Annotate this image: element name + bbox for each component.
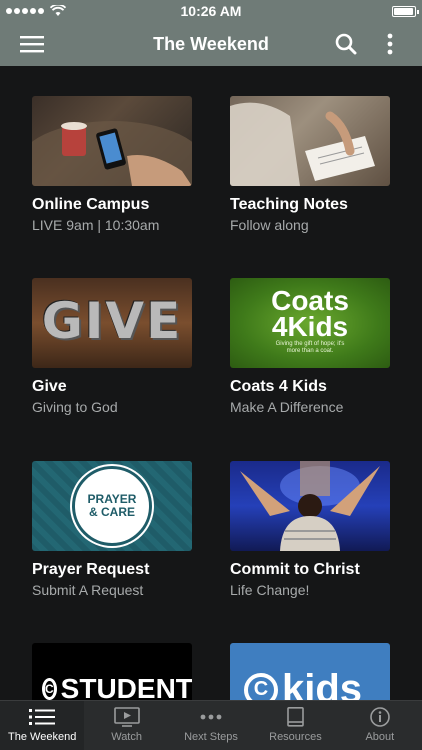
content-grid: Online Campus LIVE 9am | 10:30am Teachin…: [0, 66, 422, 700]
card-title: Teaching Notes: [230, 196, 348, 213]
coats-thumb-title: Coats 4Kids: [271, 285, 349, 342]
tab-label: Next Steps: [184, 731, 238, 743]
card-subtitle: Follow along: [230, 217, 309, 233]
church-c-icon: C: [42, 678, 57, 700]
card-subtitle: LIVE 9am | 10:30am: [32, 217, 160, 233]
tab-resources[interactable]: Resources: [253, 701, 337, 750]
tab-bar: The Weekend Watch Next Steps Resources A…: [0, 700, 422, 750]
church-c-icon: C: [244, 672, 278, 700]
ellipsis-icon: [200, 714, 222, 720]
search-button[interactable]: [330, 22, 362, 66]
tab-watch[interactable]: Watch: [84, 701, 168, 750]
hamburger-icon: [20, 36, 44, 53]
card-commit-to-christ[interactable]: Commit to Christ Life Change!: [230, 461, 392, 598]
kids-thumb-logo: C kids: [244, 667, 390, 700]
play-screen-icon: [113, 707, 140, 727]
info-icon: [370, 707, 390, 727]
card-students[interactable]: C STUDENTS: [32, 643, 194, 700]
card-thumbnail: [230, 461, 390, 551]
card-title: Prayer Request: [32, 561, 150, 578]
card-title: Give: [32, 378, 67, 395]
coats-thumb-tagline: Giving the gift of hope; it's more than …: [275, 341, 345, 354]
kids-thumb-text: kids: [282, 667, 363, 700]
vertical-ellipsis-icon: [387, 33, 393, 55]
card-online-campus[interactable]: Online Campus LIVE 9am | 10:30am: [32, 96, 194, 233]
tab-label: Watch: [111, 731, 142, 743]
card-thumbnail: C STUDENTS: [32, 643, 192, 700]
card-thumbnail: C kids: [230, 643, 390, 700]
give-thumb-text: GIVE: [41, 292, 183, 350]
more-options-button[interactable]: [378, 22, 402, 66]
tab-next-steps[interactable]: Next Steps: [169, 701, 253, 750]
search-icon: [335, 33, 357, 55]
signal-strength-icon: [6, 8, 44, 14]
card-teaching-notes[interactable]: Teaching Notes Follow along: [230, 96, 392, 233]
card-thumbnail: [32, 96, 192, 186]
phone-coffee-image: [32, 121, 192, 186]
prayer-care-logo: PRAYER & CARE: [75, 469, 149, 543]
prayer-logo-line2: & CARE: [88, 505, 135, 519]
card-title: Coats 4 Kids: [230, 378, 327, 395]
tab-label: The Weekend: [8, 731, 77, 743]
card-subtitle: Make A Difference: [230, 399, 344, 415]
status-left: [6, 5, 66, 17]
notes-writing-image: [230, 96, 390, 186]
worship-image: [240, 461, 380, 551]
card-title: Online Campus: [32, 196, 150, 213]
students-thumb-logo: C STUDENTS: [42, 673, 192, 700]
status-bar: 10:26 AM: [0, 0, 422, 22]
book-icon: [287, 707, 305, 727]
card-thumbnail: [230, 96, 390, 186]
card-thumbnail: PRAYER & CARE: [32, 461, 192, 551]
card-prayer-request[interactable]: PRAYER & CARE Prayer Request Submit A Re…: [32, 461, 194, 598]
card-subtitle: Submit A Request: [32, 582, 144, 598]
card-thumbnail: Coats 4Kids Giving the gift of hope; it'…: [230, 278, 390, 368]
card-thumbnail: GIVE: [32, 278, 192, 368]
tab-the-weekend[interactable]: The Weekend: [0, 701, 85, 750]
card-coats-4-kids[interactable]: Coats 4Kids Giving the gift of hope; it'…: [230, 278, 392, 415]
nav-bar: The Weekend: [0, 22, 422, 66]
card-give[interactable]: GIVE Give Giving to God: [32, 278, 194, 415]
card-kids[interactable]: C kids: [230, 643, 392, 700]
tab-label: Resources: [269, 731, 322, 743]
list-icon: [29, 709, 56, 725]
students-thumb-text: STUDENTS: [60, 673, 192, 700]
card-title: Commit to Christ: [230, 561, 360, 578]
tab-about[interactable]: About: [338, 701, 422, 750]
card-subtitle: Life Change!: [230, 582, 310, 598]
battery-icon: [392, 5, 419, 17]
card-subtitle: Giving to God: [32, 399, 118, 415]
tab-label: About: [365, 731, 395, 743]
wifi-icon: [50, 5, 66, 16]
menu-button[interactable]: [14, 22, 50, 66]
